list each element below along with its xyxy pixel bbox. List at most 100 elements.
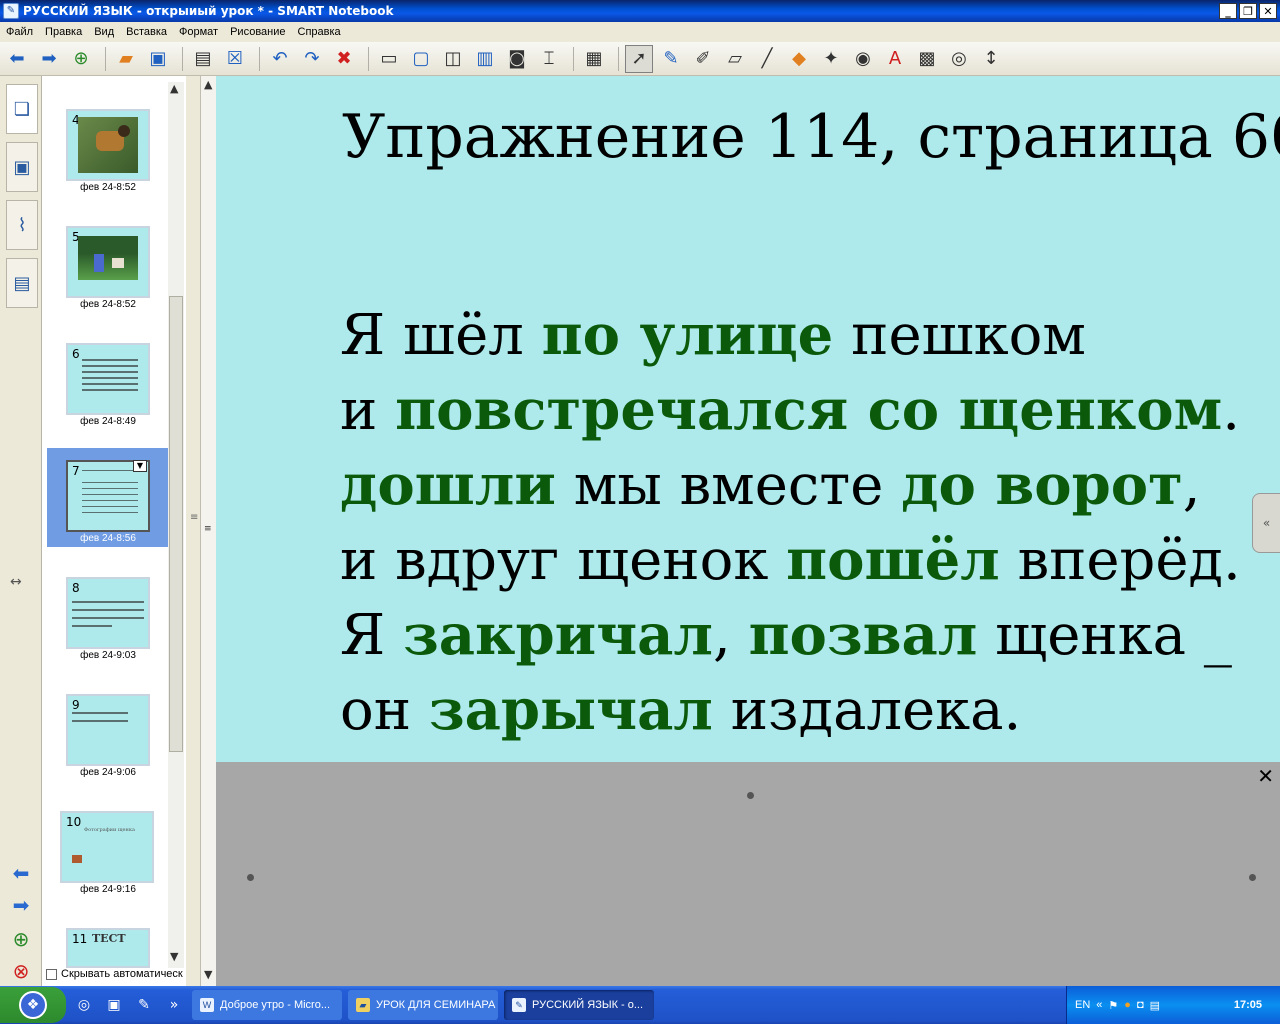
text-icon[interactable]: A [881,45,909,73]
add-page-icon[interactable]: ⊕ [67,45,95,73]
menu-help[interactable]: Справка [292,26,347,38]
page-thumbnail[interactable]: 5 [66,226,150,298]
eraser-icon[interactable]: ▱ [721,45,749,73]
scroll-down-icon[interactable]: ▼ [204,968,212,981]
page-thumbnail[interactable]: 10 Фотографии щенка [60,811,154,883]
shade-handle-top[interactable] [747,792,754,799]
resize-horizontal-icon[interactable]: ↔ [10,574,22,590]
page-thumbnail[interactable]: 9 [66,694,150,766]
undo-icon[interactable]: ↶ [266,45,294,73]
minimize-button[interactable]: _ [1219,3,1237,19]
page-thumbnail[interactable]: 8 [66,577,150,649]
next-page-icon[interactable]: ➡ [8,893,34,917]
auto-hide-checkbox[interactable] [46,968,57,980]
quicklaunch-app-icon[interactable]: ◎ [72,993,96,1017]
close-shade-icon[interactable]: ✕ [1257,764,1274,788]
language-indicator[interactable]: EN [1075,999,1090,1011]
tray-app-icon[interactable]: ● [1124,999,1131,1011]
shade-handle-left[interactable] [247,874,254,881]
menu-insert[interactable]: Вставка [120,26,173,38]
page-sorter-tab[interactable]: ❏ [6,84,38,134]
page-thumbnail[interactable]: 11 ТЕСТ [66,928,150,968]
page-menu-arrow-icon[interactable]: ▼ [133,460,147,472]
fill-icon[interactable]: ◉ [849,45,877,73]
page-thumbnail[interactable]: 6 [66,343,150,415]
restore-button[interactable]: ❐ [1239,3,1257,19]
taskbar-item-folder[interactable]: ▰ УРОК ДЛЯ СЕМИНАРА [348,990,498,1020]
page-number: 8 [72,581,80,595]
transparent-background-icon[interactable]: ◫ [439,45,467,73]
move-toolbar-icon[interactable]: ↕ [977,45,1005,73]
text-line [82,377,138,379]
text-line [82,506,138,507]
gallery-tab[interactable]: ▣ [6,142,38,192]
screen-capture-icon[interactable]: ◙ [503,45,531,73]
screen-shade-icon[interactable]: ▭ [375,45,403,73]
paste-icon[interactable]: ▤ [189,45,217,73]
forward-arrow-icon[interactable]: ➡ [35,45,63,73]
canvas-scrollbar[interactable]: ▲ ≡ ▼ [200,76,216,986]
delete-icon[interactable]: ✖ [330,45,358,73]
page-thumbnail[interactable]: 4 [66,109,150,181]
system-tray: EN « ⚑ ● ◘ ▤ 17:05 [1066,986,1280,1024]
previous-page-icon[interactable]: ⬅ [8,861,34,885]
quicklaunch-more-icon[interactable]: » [162,993,186,1017]
exercise-text[interactable]: Я шёл по улице пешком и повстречался со щ… [340,298,1241,748]
tray-network-icon[interactable]: ⚑ [1108,999,1118,1012]
line-icon[interactable]: ╱ [753,45,781,73]
menu-format[interactable]: Формат [173,26,224,38]
taskbar-item-word[interactable]: W Доброе утро - Micro... [192,990,342,1020]
dual-page-icon[interactable]: ▥ [471,45,499,73]
pen-icon[interactable]: ✎ [657,45,685,73]
menu-draw[interactable]: Рисование [224,26,291,38]
menu-edit[interactable]: Правка [39,26,88,38]
screen-shade[interactable]: ✕ [216,762,1280,986]
quicklaunch-tool-icon[interactable]: ✎ [132,993,156,1017]
attachments-tab[interactable]: ⌇ [6,200,38,250]
page-date: фев 24-8:56 [80,533,136,544]
start-button[interactable]: ❖ [0,987,66,1023]
creative-pen-icon[interactable]: ✐ [689,45,717,73]
delete-page-icon[interactable]: ⊗ [8,959,34,983]
page-number: 6 [72,347,80,361]
selected-page[interactable]: 7 ▼ фев 24-8:56 [47,448,168,547]
magic-pen-icon[interactable]: ✦ [817,45,845,73]
auto-hide-option[interactable]: Скрывать автоматическ [46,968,186,980]
menu-file[interactable]: Файл [0,26,39,38]
menu-view[interactable]: Вид [88,26,120,38]
document-camera-icon[interactable]: ⌶ [535,45,563,73]
scroll-down-icon[interactable]: ▼ [170,950,178,963]
quicklaunch-save-icon[interactable]: ▣ [102,993,126,1017]
scroll-up-icon[interactable]: ▲ [170,82,178,95]
page-date: фев 24-9:03 [80,650,136,661]
scroll-up-icon[interactable]: ▲ [204,78,212,91]
tray-expand-icon[interactable]: « [1096,999,1102,1011]
collapse-panel-tab[interactable]: « [1252,493,1280,553]
shade-handle-right[interactable] [1249,874,1256,881]
notebook-page-canvas[interactable]: Упражнение 114, страница 60 Я шёл по ули… [216,76,1280,762]
properties-icon[interactable]: ▩ [913,45,941,73]
panel-splitter[interactable]: ≡ [186,76,200,986]
page-sorter-scrollbar[interactable]: ▲ ▼ [168,82,184,968]
properties-tab[interactable]: ▤ [6,258,38,308]
scroll-thumb[interactable] [169,296,183,752]
delete-page-icon[interactable]: ☒ [221,45,249,73]
tray-keyboard-icon[interactable]: ▤ [1150,999,1160,1012]
exercise-heading[interactable]: Упражнение 114, страница 60 [342,102,1280,172]
splitter-grip-icon[interactable]: ≡ [190,512,198,523]
close-button[interactable]: ✕ [1259,3,1277,19]
add-page-icon[interactable]: ⊕ [8,927,34,951]
open-folder-icon[interactable]: ▰ [112,45,140,73]
shapes-icon[interactable]: ◆ [785,45,813,73]
scroll-grip-icon[interactable]: ≡ [204,524,212,534]
measure-tools-icon[interactable]: ◎ [945,45,973,73]
table-icon[interactable]: ▦ [580,45,608,73]
save-icon[interactable]: ▣ [144,45,172,73]
full-screen-icon[interactable]: ▢ [407,45,435,73]
redo-icon[interactable]: ↷ [298,45,326,73]
notebook-icon: ✎ [512,998,526,1012]
taskbar-item-notebook[interactable]: ✎ РУССКИЙ ЯЗЫК - о... [504,990,654,1020]
back-arrow-icon[interactable]: ⬅ [3,45,31,73]
tray-security-icon[interactable]: ◘ [1137,999,1144,1011]
select-cursor-icon[interactable]: ➚ [625,44,653,73]
